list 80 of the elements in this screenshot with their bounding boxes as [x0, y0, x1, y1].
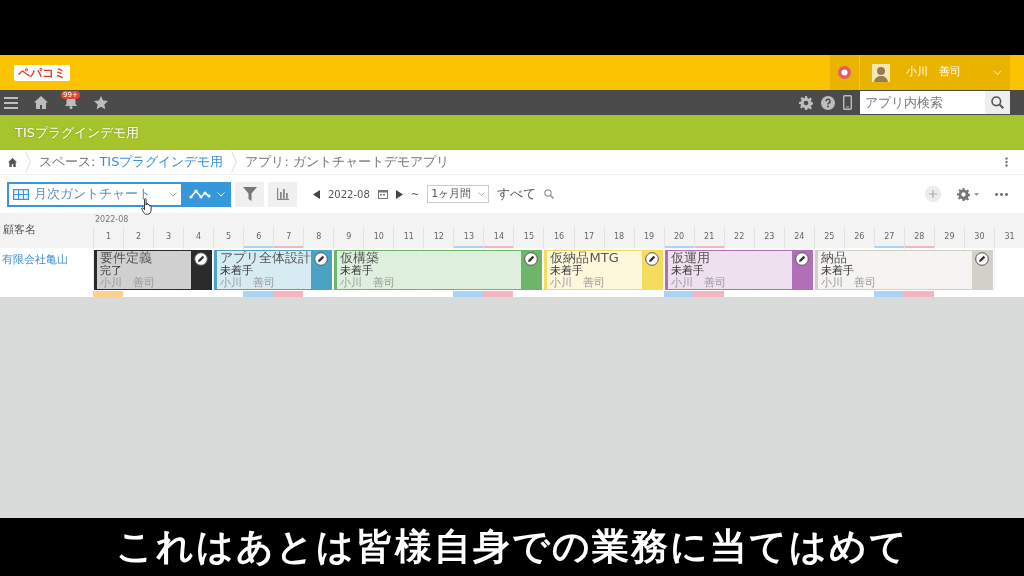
- task-status: 未着手: [340, 265, 374, 277]
- month-text: 2022-08: [328, 187, 370, 202]
- task-status: 完了: [100, 265, 122, 277]
- task-title: 納品: [820, 251, 847, 265]
- period-select[interactable]: 1ヶ月間: [427, 185, 490, 203]
- graph-view-button[interactable]: [183, 181, 231, 207]
- pencil-icon[interactable]: [524, 252, 539, 266]
- pencil-icon[interactable]: [194, 252, 209, 266]
- task-title: 仮納品MTG: [550, 251, 620, 265]
- task-assignee: 小川 善司: [340, 277, 397, 289]
- pencil-icon[interactable]: [644, 252, 659, 266]
- task-status: 未着手: [820, 265, 854, 277]
- task-assignee: 小川 善司: [220, 277, 277, 289]
- caret-down-icon[interactable]: [974, 192, 979, 196]
- table-icon: [13, 188, 29, 200]
- circle-icon[interactable]: [838, 66, 851, 79]
- bar-end-handle[interactable]: [191, 251, 212, 289]
- task-status: 未着手: [670, 265, 704, 277]
- task-assignee: 小川 善司: [820, 277, 877, 289]
- breadcrumb-label: スペース:: [39, 153, 96, 172]
- column-header: 顧客名: [2, 222, 37, 239]
- home-icon[interactable]: [34, 96, 48, 109]
- task-status: 未着手: [550, 265, 584, 277]
- gantt-bar[interactable]: 仮納品MTG 未着手 小川 善司: [544, 250, 663, 290]
- more-vertical-icon[interactable]: [1005, 157, 1008, 167]
- gantt-bar[interactable]: 仮構築 未着手 小川 善司: [334, 250, 543, 290]
- funnel-icon: [242, 187, 257, 201]
- range-separator: ~: [410, 187, 420, 202]
- calendar-icon[interactable]: [377, 189, 388, 199]
- bar-end-handle[interactable]: [971, 251, 992, 289]
- month-label: 2022-08: [94, 214, 130, 226]
- pencil-icon[interactable]: [314, 252, 329, 266]
- search-icon[interactable]: [544, 189, 555, 199]
- mobile-phone-icon[interactable]: [843, 95, 852, 110]
- app-logo[interactable]: ペパコミ: [14, 64, 70, 81]
- space-title: TISプラグインデモ用: [15, 123, 140, 142]
- bar-chart-icon: [276, 188, 289, 200]
- pencil-icon[interactable]: [974, 252, 989, 266]
- task-assignee: 小川 善司: [550, 277, 607, 289]
- line-chart-icon: [189, 188, 211, 200]
- chevron-down-icon: [169, 191, 177, 197]
- settings-icon[interactable]: [957, 187, 970, 201]
- bar-end-handle[interactable]: [311, 251, 332, 289]
- help-icon[interactable]: [821, 95, 835, 110]
- menu-icon[interactable]: [4, 96, 18, 109]
- task-assignee: 小川 善司: [670, 277, 727, 289]
- breadcrumb-link[interactable]: TISプラグインデモ用: [99, 152, 224, 172]
- view-select[interactable]: 月次ガントチャート: [7, 181, 183, 207]
- breadcrumb-separator-icon: [231, 151, 238, 173]
- triangle-left-icon[interactable]: [313, 189, 320, 199]
- gantt-bar[interactable]: 納品 未着手 小川 善司: [814, 250, 993, 290]
- task-title: 仮運用: [670, 251, 711, 265]
- breadcrumb-separator-icon: [25, 151, 31, 173]
- task-title: アプリ全体設計: [220, 251, 309, 265]
- gantt-bar[interactable]: アプリ全体設計 未着手 小川 善司: [214, 250, 333, 290]
- bar-end-handle[interactable]: [521, 251, 542, 289]
- graph-button[interactable]: [268, 181, 297, 207]
- avatar-icon: [872, 63, 890, 82]
- home-icon[interactable]: [8, 157, 17, 167]
- star-icon[interactable]: [94, 95, 108, 110]
- search-button[interactable]: [985, 91, 1010, 114]
- task-status: 未着手: [220, 265, 254, 277]
- subtitle-caption: これはあとは皆様自身での業務に当てはめて: [115, 525, 909, 569]
- bar-end-handle[interactable]: [791, 251, 812, 289]
- customer-link[interactable]: 有限会社亀山: [0, 248, 93, 269]
- search-field[interactable]: アプリ内検索: [860, 91, 985, 114]
- chevron-down-icon: [217, 191, 225, 197]
- triangle-right-icon[interactable]: [395, 189, 403, 199]
- pencil-icon[interactable]: [794, 252, 809, 266]
- all-link[interactable]: すべて: [497, 184, 537, 204]
- gantt-bar[interactable]: 仮運用 未着手 小川 善司: [664, 250, 813, 290]
- task-title: 仮構築: [340, 251, 381, 265]
- chevron-down-icon: [478, 192, 486, 196]
- breadcrumb-current: アプリ: ガントチャートデモアプリ: [245, 153, 449, 172]
- filter-button[interactable]: [235, 181, 264, 207]
- more-icon[interactable]: [995, 192, 1008, 196]
- search-icon: [991, 96, 1004, 109]
- gear-icon[interactable]: [799, 95, 813, 110]
- task-title: 要件定義: [100, 251, 153, 265]
- bar-end-handle[interactable]: [641, 251, 662, 289]
